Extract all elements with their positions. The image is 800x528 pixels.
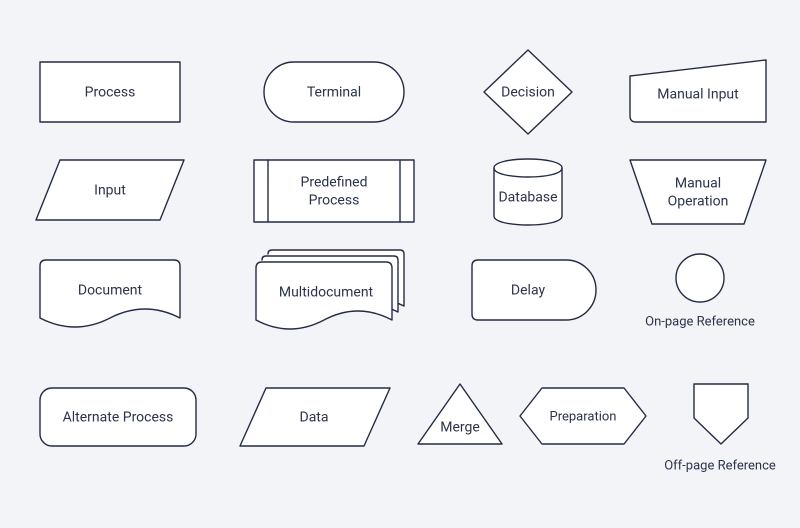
shape-data: Data [240, 388, 390, 446]
label-predefined-process-2: Process [309, 193, 360, 209]
shape-off-page-reference: Off-page Reference [664, 384, 776, 473]
label-preparation: Preparation [550, 409, 617, 424]
label-decision: Decision [501, 85, 555, 101]
shape-database: Database [494, 159, 562, 225]
label-alternate-process: Alternate Process [63, 410, 174, 426]
label-multidocument: Multidocument [279, 285, 374, 301]
label-process: Process [85, 85, 136, 101]
shape-alternate-process: Alternate Process [40, 388, 196, 446]
label-data: Data [300, 410, 329, 426]
label-off-page-reference: Off-page Reference [664, 458, 776, 473]
shape-preparation: Preparation [520, 388, 646, 444]
label-input: Input [94, 183, 126, 199]
label-merge: Merge [440, 420, 480, 436]
label-manual-operation-2: Operation [668, 194, 729, 210]
label-on-page-reference: On-page Reference [645, 314, 755, 329]
shape-predefined-process: Predefined Process [254, 160, 414, 222]
label-manual-input: Manual Input [657, 87, 739, 103]
shape-process: Process [40, 62, 180, 122]
shape-manual-operation: Manual Operation [630, 160, 766, 224]
shape-merge: Merge [418, 384, 502, 444]
shape-delay: Delay [472, 260, 596, 320]
shape-input: Input [36, 160, 184, 220]
label-manual-operation-1: Manual [675, 176, 721, 192]
shape-decision: Decision [484, 50, 572, 134]
flowchart-shape-legend: Process Terminal Decision Manual Input I… [0, 0, 800, 528]
label-terminal: Terminal [307, 85, 361, 101]
shape-on-page-reference: On-page Reference [645, 254, 755, 329]
shape-document: Document [40, 260, 180, 327]
label-predefined-process-1: Predefined [301, 175, 368, 191]
label-delay: Delay [511, 283, 546, 299]
label-document: Document [78, 283, 143, 299]
label-database: Database [498, 190, 557, 206]
shape-multidocument: Multidocument [256, 250, 404, 329]
shape-manual-input: Manual Input [630, 60, 766, 122]
shape-terminal: Terminal [264, 62, 404, 122]
